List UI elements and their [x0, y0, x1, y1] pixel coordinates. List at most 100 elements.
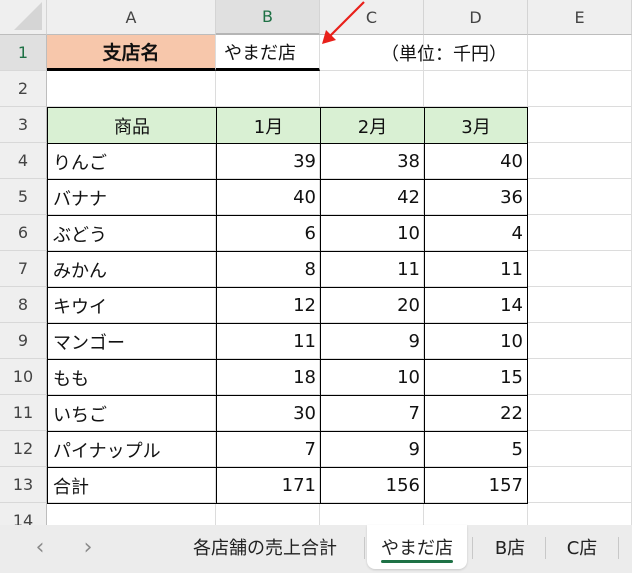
sales-value-cell-mar[interactable]: 5	[424, 431, 528, 468]
column-header-e[interactable]: E	[528, 0, 632, 35]
row-header-3[interactable]: 3	[0, 107, 47, 143]
sales-value-cell-jan[interactable]: 11	[216, 323, 321, 360]
row-header-9[interactable]: 9	[0, 323, 47, 359]
sales-value-cell-mar[interactable]: 15	[424, 359, 528, 396]
branch-name-cell[interactable]: やまだ店	[216, 35, 320, 71]
product-name-cell[interactable]: バナナ	[47, 179, 217, 216]
sales-value-cell-mar[interactable]: 11	[424, 251, 528, 288]
row-header-10[interactable]: 10	[0, 359, 47, 395]
column-header-d[interactable]: D	[424, 0, 528, 35]
sales-value-cell-jan[interactable]: 6	[216, 215, 321, 252]
select-all-corner[interactable]	[0, 0, 47, 35]
row-header-1[interactable]: 1	[0, 35, 47, 71]
sales-value-cell-jan[interactable]: 171	[216, 467, 321, 504]
empty-cell[interactable]	[216, 71, 320, 107]
sheet-tab-bar: ‹ › 各店舗の売上合計 やまだ店 B店 C店	[0, 525, 632, 573]
row-header-14[interactable]: 14	[0, 503, 47, 525]
sales-value-cell-feb[interactable]: 9	[320, 323, 425, 360]
sales-value-cell-feb[interactable]: 42	[320, 179, 425, 216]
table-header-jan[interactable]: 1月	[216, 107, 321, 144]
sales-value-cell-feb[interactable]: 7	[320, 395, 425, 432]
empty-cell[interactable]	[216, 503, 320, 525]
product-name-cell[interactable]: みかん	[47, 251, 217, 288]
row-header-4[interactable]: 4	[0, 143, 47, 179]
sales-value-cell-feb[interactable]: 38	[320, 143, 425, 180]
empty-cell[interactable]	[528, 359, 632, 395]
empty-cell[interactable]	[528, 251, 632, 287]
branch-label-cell[interactable]: 支店名	[47, 35, 216, 71]
prev-sheet-chevron-left-icon[interactable]: ‹	[20, 525, 60, 569]
sales-value-cell-feb[interactable]: 11	[320, 251, 425, 288]
product-name-cell[interactable]: パイナップル	[47, 431, 217, 468]
sheet-tab-yamada-label: やまだ店	[381, 538, 453, 559]
empty-cell[interactable]	[528, 395, 632, 431]
empty-cell[interactable]	[47, 503, 216, 525]
tab-separator	[545, 537, 546, 559]
column-header-b[interactable]: B	[216, 0, 320, 35]
column-header-a[interactable]: A	[47, 0, 216, 35]
product-name-cell[interactable]: キウイ	[47, 287, 217, 324]
sales-value-cell-feb[interactable]: 20	[320, 287, 425, 324]
row-header-13[interactable]: 13	[0, 467, 47, 503]
empty-cell[interactable]	[528, 179, 632, 215]
sales-value-cell-feb[interactable]: 10	[320, 215, 425, 252]
empty-cell[interactable]	[528, 215, 632, 251]
tab-separator	[364, 537, 365, 559]
sales-value-cell-mar[interactable]: 14	[424, 287, 528, 324]
sales-value-cell-mar[interactable]: 10	[424, 323, 528, 360]
product-name-cell[interactable]: ぶどう	[47, 215, 217, 252]
sheet-tab-c[interactable]: C店	[548, 525, 616, 569]
empty-cell[interactable]	[528, 143, 632, 179]
next-sheet-chevron-right-icon[interactable]: ›	[68, 525, 108, 569]
row-header-8[interactable]: 8	[0, 287, 47, 323]
empty-cell[interactable]	[528, 323, 632, 359]
product-name-cell[interactable]: マンゴー	[47, 323, 217, 360]
sales-value-cell-feb[interactable]: 9	[320, 431, 425, 468]
sales-value-cell-feb[interactable]: 10	[320, 359, 425, 396]
product-name-cell[interactable]: もも	[47, 359, 217, 396]
empty-cell[interactable]	[320, 503, 424, 525]
empty-cell[interactable]	[528, 467, 632, 503]
empty-cell[interactable]	[424, 71, 528, 107]
sheet-tab-b[interactable]: B店	[476, 525, 544, 569]
empty-cell[interactable]	[528, 431, 632, 467]
empty-cell[interactable]	[320, 71, 424, 107]
sheet-tab-summary[interactable]: 各店舗の売上合計	[170, 525, 360, 569]
row-header-7[interactable]: 7	[0, 251, 47, 287]
sales-value-cell-jan[interactable]: 12	[216, 287, 321, 324]
empty-cell[interactable]	[528, 71, 632, 107]
empty-cell[interactable]	[528, 287, 632, 323]
sales-value-cell-jan[interactable]: 18	[216, 359, 321, 396]
unit-note[interactable]: （単位：千円）	[320, 35, 528, 71]
sales-value-cell-jan[interactable]: 39	[216, 143, 321, 180]
sales-value-cell-feb[interactable]: 156	[320, 467, 425, 504]
row-header-11[interactable]: 11	[0, 395, 47, 431]
empty-cell[interactable]	[424, 503, 528, 525]
row-header-5[interactable]: 5	[0, 179, 47, 215]
row-header-12[interactable]: 12	[0, 431, 47, 467]
column-header-c[interactable]: C	[320, 0, 424, 35]
table-header-mar[interactable]: 3月	[424, 107, 528, 144]
table-header-product[interactable]: 商品	[47, 107, 217, 144]
product-name-cell[interactable]: いちご	[47, 395, 217, 432]
empty-cell[interactable]	[528, 35, 632, 71]
sales-value-cell-jan[interactable]: 7	[216, 431, 321, 468]
sales-value-cell-mar[interactable]: 36	[424, 179, 528, 216]
row-header-6[interactable]: 6	[0, 215, 47, 251]
sales-value-cell-mar[interactable]: 40	[424, 143, 528, 180]
sheet-tab-yamada[interactable]: やまだ店	[367, 525, 467, 569]
sales-value-cell-jan[interactable]: 30	[216, 395, 321, 432]
table-header-feb[interactable]: 2月	[320, 107, 425, 144]
row-header-2[interactable]: 2	[0, 71, 47, 107]
sales-value-cell-mar[interactable]: 22	[424, 395, 528, 432]
empty-cell[interactable]	[528, 107, 632, 143]
sales-value-cell-mar[interactable]: 157	[424, 467, 528, 504]
empty-cell[interactable]	[528, 503, 632, 525]
sales-value-cell-jan[interactable]: 8	[216, 251, 321, 288]
product-name-cell[interactable]: りんご	[47, 143, 217, 180]
sales-value-cell-jan[interactable]: 40	[216, 179, 321, 216]
empty-cell[interactable]	[47, 71, 216, 107]
product-name-cell[interactable]: 合計	[47, 467, 217, 504]
active-tab-underline	[381, 560, 453, 563]
sales-value-cell-mar[interactable]: 4	[424, 215, 528, 252]
